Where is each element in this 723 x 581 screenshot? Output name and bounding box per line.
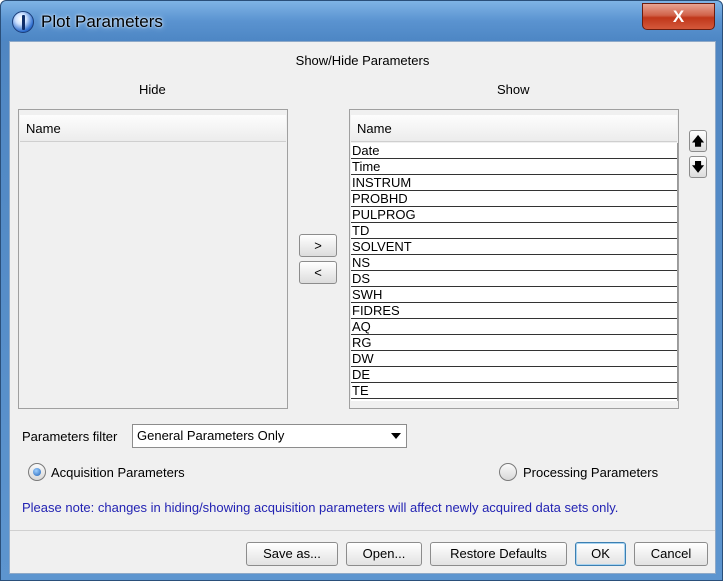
- window-title: Plot Parameters: [41, 12, 163, 31]
- parameters-filter-dropdown[interactable]: General Parameters Only: [132, 424, 407, 448]
- show-list-header[interactable]: Name: [351, 115, 677, 142]
- close-button[interactable]: X: [642, 3, 715, 30]
- list-item[interactable]: TE: [351, 383, 677, 399]
- processing-parameters-radio[interactable]: [499, 463, 517, 481]
- list-item[interactable]: RG: [351, 335, 677, 351]
- list-item[interactable]: AQ: [351, 319, 677, 335]
- parameters-filter-label: Parameters filter: [22, 429, 118, 444]
- list-item[interactable]: SWH: [351, 287, 677, 303]
- show-column-title: Show: [497, 82, 530, 97]
- move-to-hide-button[interactable]: <: [299, 261, 337, 284]
- hide-list[interactable]: Name: [18, 109, 288, 409]
- dialog-window: Plot Parameters X Show/Hide Parameters H…: [0, 0, 723, 581]
- cancel-button[interactable]: Cancel: [634, 542, 708, 566]
- open-button[interactable]: Open...: [346, 542, 422, 566]
- move-up-button[interactable]: 🡅: [689, 130, 707, 152]
- section-title: Show/Hide Parameters: [295, 53, 430, 68]
- hide-list-header[interactable]: Name: [20, 115, 286, 142]
- list-item[interactable]: Date: [351, 143, 677, 159]
- list-item[interactable]: PULPROG: [351, 207, 677, 223]
- list-item[interactable]: NS: [351, 255, 677, 271]
- list-item[interactable]: INSTRUM: [351, 175, 677, 191]
- move-to-show-button[interactable]: >: [299, 234, 337, 257]
- list-item[interactable]: Time: [351, 159, 677, 175]
- save-as-button[interactable]: Save as...: [246, 542, 338, 566]
- acquisition-parameters-radio[interactable]: [28, 463, 46, 481]
- list-item[interactable]: DE: [351, 367, 677, 383]
- arrow-up-icon: 🡅: [691, 134, 705, 148]
- dialog-content: Show/Hide Parameters Hide Show Name Name…: [9, 41, 716, 574]
- list-item[interactable]: SOLVENT: [351, 239, 677, 255]
- ok-button[interactable]: OK: [575, 542, 626, 566]
- list-item[interactable]: DW: [351, 351, 677, 367]
- hide-column-title: Hide: [139, 82, 166, 97]
- list-item[interactable]: FIDRES: [351, 303, 677, 319]
- arrow-down-icon: 🡇: [691, 160, 705, 174]
- list-item[interactable]: TD: [351, 223, 677, 239]
- parameters-filter-value: General Parameters Only: [137, 428, 285, 443]
- restore-defaults-button[interactable]: Restore Defaults: [430, 542, 567, 566]
- list-item[interactable]: DS: [351, 271, 677, 287]
- title-bar[interactable]: Plot Parameters X: [1, 1, 722, 41]
- chevron-down-icon: [391, 433, 401, 439]
- app-logo-icon: [12, 11, 34, 33]
- show-list-rows: Date Time INSTRUM PROBHD PULPROG TD SOLV…: [351, 143, 678, 401]
- acquisition-parameters-label[interactable]: Acquisition Parameters: [51, 465, 185, 480]
- divider: [10, 530, 715, 531]
- processing-parameters-label[interactable]: Processing Parameters: [523, 465, 658, 480]
- info-note: Please note: changes in hiding/showing a…: [22, 500, 619, 515]
- move-down-button[interactable]: 🡇: [689, 156, 707, 178]
- show-list[interactable]: Name Date Time INSTRUM PROBHD PULPROG TD…: [349, 109, 679, 409]
- list-item[interactable]: PROBHD: [351, 191, 677, 207]
